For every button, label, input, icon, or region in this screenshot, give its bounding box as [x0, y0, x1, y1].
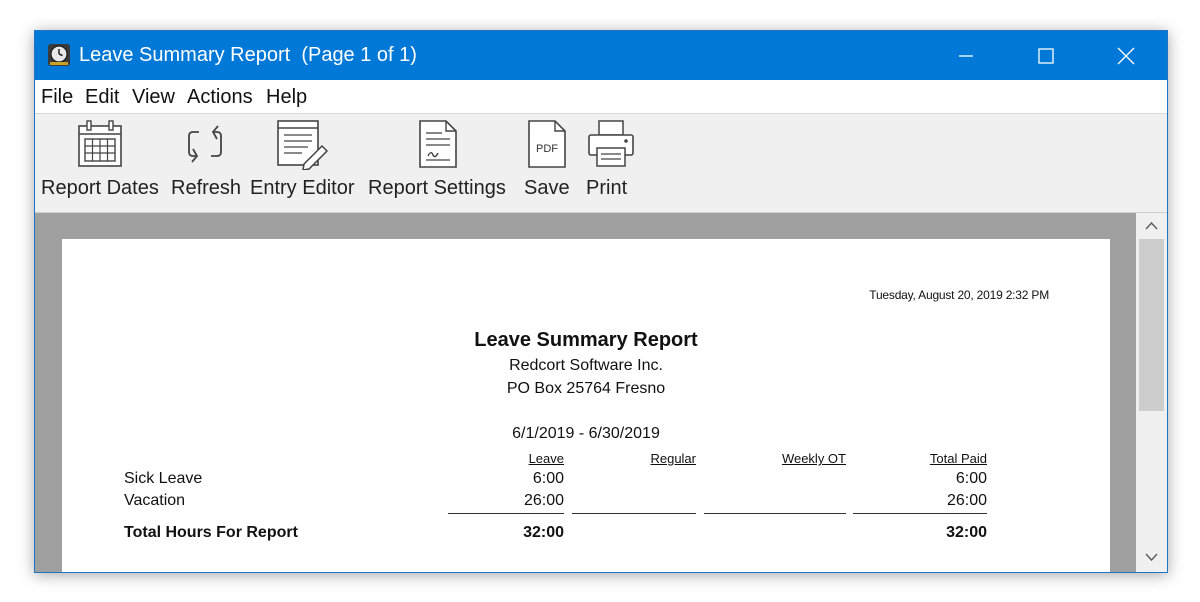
- column-header-regular: Regular: [650, 451, 696, 466]
- calendar-icon: [78, 120, 122, 167]
- toolbar: Report Dates Refresh Entry Editor Report…: [35, 114, 1167, 213]
- subtotal-rule-regular: [572, 513, 696, 514]
- menu-file[interactable]: File: [41, 86, 73, 109]
- menu-help[interactable]: Help: [266, 86, 307, 109]
- subtotal-rule-weekly-ot: [704, 513, 846, 514]
- menu-actions[interactable]: Actions: [187, 86, 253, 109]
- report-address: PO Box 25764 Fresno: [506, 380, 666, 397]
- scrollbar-thumb[interactable]: [1139, 239, 1164, 411]
- row-total-paid-value: 6:00: [955, 470, 987, 487]
- refresh-button[interactable]: Refresh: [171, 114, 241, 212]
- vertical-scrollbar[interactable]: [1136, 213, 1167, 572]
- row-leave-value: 26:00: [523, 492, 564, 509]
- report-page: Tuesday, August 20, 2019 2:32 PM Leave S…: [62, 239, 1110, 572]
- refresh-icon: [188, 125, 222, 163]
- row-label: Sick Leave: [124, 470, 203, 487]
- report-settings-icon: [419, 120, 457, 168]
- report-dates-label: Report Dates: [41, 177, 159, 199]
- row-leave-value: 6:00: [532, 470, 564, 487]
- entry-editor-label: Entry Editor: [250, 177, 355, 199]
- column-header-weekly-ot: Weekly OT: [781, 451, 846, 466]
- menu-bar: File Edit View Actions Help: [35, 80, 1167, 114]
- entry-editor-button[interactable]: Entry Editor: [250, 114, 360, 212]
- subtotal-rule-total-paid: [853, 513, 987, 514]
- menu-edit[interactable]: Edit: [85, 86, 119, 109]
- print-button[interactable]: Print: [585, 114, 637, 212]
- report-title: Leave Summary Report: [474, 329, 698, 351]
- window-title: Leave Summary Report (Page 1 of 1): [79, 44, 417, 66]
- report-dates-button[interactable]: Report Dates: [41, 114, 161, 212]
- row-label: Vacation: [124, 492, 186, 509]
- report-settings-button[interactable]: Report Settings: [368, 114, 513, 212]
- close-icon: [1117, 47, 1135, 64]
- report-date-range: 6/1/2019 - 6/30/2019: [512, 425, 660, 442]
- app-clock-icon: [48, 44, 70, 66]
- total-total-paid-value: 32:00: [946, 524, 987, 541]
- scroll-up-icon[interactable]: [1145, 221, 1158, 230]
- report-settings-label: Report Settings: [368, 177, 506, 199]
- pdf-icon: PDF: [528, 120, 566, 168]
- close-button[interactable]: [1103, 31, 1149, 80]
- total-label: Total Hours For Report: [124, 524, 298, 541]
- menu-view[interactable]: View: [132, 86, 175, 109]
- printer-icon: [588, 120, 634, 167]
- maximize-button[interactable]: [1023, 31, 1069, 80]
- maximize-icon: [1038, 47, 1054, 64]
- row-total-paid-value: 26:00: [946, 492, 987, 509]
- report-preview-area[interactable]: Tuesday, August 20, 2019 2:32 PM Leave S…: [35, 213, 1136, 572]
- minimize-button[interactable]: [943, 31, 989, 80]
- save-button[interactable]: PDF Save: [523, 114, 571, 212]
- total-leave-value: 32:00: [523, 524, 564, 541]
- column-header-total-paid: Total Paid: [929, 451, 987, 466]
- entry-editor-icon: [277, 120, 329, 170]
- refresh-label: Refresh: [171, 177, 242, 199]
- subtotal-rule-leave: [448, 513, 564, 514]
- report-company: Redcort Software Inc.: [509, 357, 663, 374]
- column-header-leave: Leave: [528, 451, 564, 466]
- minimize-icon: [959, 54, 973, 57]
- pdf-icon-text: PDF: [536, 143, 558, 155]
- scroll-down-icon[interactable]: [1145, 553, 1158, 562]
- report-window: Leave Summary Report (Page 1 of 1) File …: [34, 30, 1168, 573]
- save-label: Save: [524, 177, 570, 199]
- print-label: Print: [586, 177, 628, 199]
- title-bar[interactable]: Leave Summary Report (Page 1 of 1): [35, 31, 1167, 80]
- report-timestamp: Tuesday, August 20, 2019 2:32 PM: [869, 288, 1049, 302]
